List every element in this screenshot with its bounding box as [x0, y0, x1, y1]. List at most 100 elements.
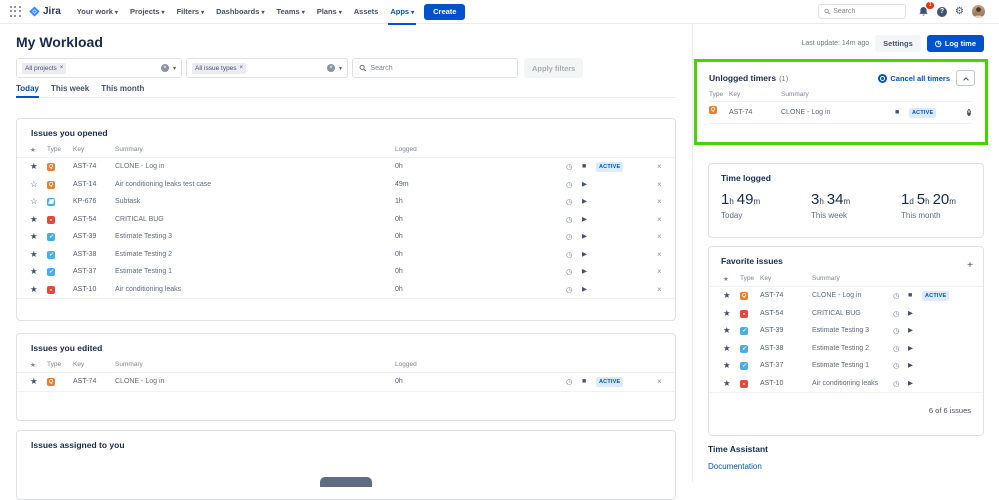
- log-time-icon[interactable]: [566, 228, 573, 246]
- nav-item[interactable]: Your work: [71, 0, 124, 24]
- start-timer-icon[interactable]: [582, 211, 587, 229]
- star-icon[interactable]: ★: [30, 263, 38, 281]
- start-timer-icon[interactable]: [582, 263, 587, 281]
- issue-key[interactable]: AST-14: [73, 176, 96, 194]
- issue-key[interactable]: AST-37: [760, 357, 783, 375]
- stop-timer-icon[interactable]: [582, 373, 586, 391]
- issue-key[interactable]: KP-676: [73, 193, 96, 211]
- start-timer-icon[interactable]: [582, 193, 587, 211]
- issue-summary[interactable]: CLONE - Log in: [812, 287, 861, 305]
- help-button[interactable]: [937, 6, 948, 17]
- global-search[interactable]: [818, 4, 907, 19]
- cancel-all-timers-button[interactable]: Cancel all timers: [878, 73, 950, 83]
- stop-timer-icon[interactable]: [582, 158, 586, 176]
- remove-tag-icon[interactable]: [240, 65, 244, 71]
- log-time-button[interactable]: Log time: [926, 35, 984, 52]
- settings-button[interactable]: Settings: [875, 35, 921, 52]
- issue-key[interactable]: AST-37: [73, 263, 96, 281]
- remove-tag-icon[interactable]: [60, 65, 64, 71]
- issue-summary[interactable]: Estimate Testing 2: [115, 246, 172, 264]
- issue-summary[interactable]: Estimate Testing 1: [812, 357, 869, 375]
- issue-search-input[interactable]: [370, 64, 511, 72]
- star-icon[interactable]: ★: [723, 322, 731, 340]
- settings-button-nav[interactable]: [955, 7, 964, 17]
- nav-item[interactable]: Filters: [171, 0, 211, 24]
- star-icon[interactable]: ★: [723, 375, 731, 393]
- jira-logo[interactable]: Jira: [29, 6, 61, 17]
- issue-key[interactable]: AST-39: [760, 322, 783, 340]
- issue-key[interactable]: AST-74: [73, 158, 96, 176]
- cancel-timer-icon[interactable]: [966, 109, 971, 116]
- nav-item[interactable]: Assets: [348, 0, 385, 24]
- issue-search[interactable]: [352, 58, 518, 78]
- notifications-button[interactable]: 1: [918, 2, 935, 17]
- issue-key[interactable]: AST-54: [760, 305, 783, 323]
- nav-item[interactable]: Teams: [270, 0, 310, 24]
- issue-summary[interactable]: Air conditioning leaks test case: [115, 176, 211, 194]
- profile-button[interactable]: [972, 5, 985, 18]
- star-icon[interactable]: ★: [723, 340, 731, 358]
- start-timer-icon[interactable]: [908, 305, 913, 323]
- issue-key[interactable]: AST-74: [73, 373, 96, 391]
- issue-key[interactable]: AST-38: [73, 246, 96, 264]
- start-timer-icon[interactable]: [908, 340, 913, 358]
- start-timer-icon[interactable]: [582, 246, 587, 264]
- issue-summary[interactable]: Estimate Testing 3: [812, 322, 869, 340]
- log-time-icon[interactable]: [566, 176, 573, 194]
- star-icon[interactable]: ★: [30, 228, 38, 246]
- nav-item[interactable]: Apps: [384, 0, 420, 25]
- nav-item[interactable]: Projects: [124, 0, 171, 24]
- issue-summary[interactable]: Air conditioning leaks: [812, 375, 878, 393]
- projects-filter-dropdown[interactable]: All projects: [16, 58, 182, 78]
- start-timer-icon[interactable]: [908, 375, 913, 393]
- global-search-input[interactable]: [833, 8, 901, 15]
- star-icon[interactable]: ★: [30, 211, 38, 229]
- star-icon[interactable]: ☆: [30, 193, 38, 211]
- issue-key[interactable]: AST-39: [73, 228, 96, 246]
- issue-summary[interactable]: CRITICAL BUG: [115, 211, 164, 229]
- log-time-icon[interactable]: [893, 375, 900, 393]
- star-icon[interactable]: ★: [723, 287, 731, 305]
- stop-timer-icon[interactable]: [908, 287, 912, 305]
- issue-key[interactable]: AST-10: [73, 281, 96, 299]
- close-icon[interactable]: [657, 281, 662, 299]
- nav-item[interactable]: Dashboards: [210, 0, 270, 24]
- star-icon[interactable]: ★: [30, 246, 38, 264]
- start-timer-icon[interactable]: [908, 322, 913, 340]
- clear-filter-icon[interactable]: [160, 64, 169, 72]
- issue-key[interactable]: AST-38: [760, 340, 783, 358]
- tab[interactable]: This week: [51, 84, 89, 97]
- log-time-icon[interactable]: [566, 193, 573, 211]
- issue-summary[interactable]: Air conditioning leaks: [115, 281, 181, 299]
- close-icon[interactable]: [657, 176, 662, 194]
- log-time-icon[interactable]: [566, 158, 573, 176]
- log-time-icon[interactable]: [893, 287, 900, 305]
- star-icon[interactable]: ★: [723, 305, 731, 323]
- log-time-icon[interactable]: [893, 322, 900, 340]
- star-icon[interactable]: ★: [723, 357, 731, 375]
- log-time-icon[interactable]: [566, 281, 573, 299]
- issue-summary[interactable]: Estimate Testing 2: [812, 340, 869, 358]
- log-time-icon[interactable]: [566, 263, 573, 281]
- app-switcher-icon[interactable]: [10, 6, 21, 17]
- create-button[interactable]: Create: [424, 3, 466, 20]
- start-timer-icon[interactable]: [582, 228, 587, 246]
- log-time-icon[interactable]: [566, 246, 573, 264]
- documentation-link[interactable]: Documentation: [708, 462, 762, 471]
- issue-summary[interactable]: CLONE - Log in: [781, 103, 830, 123]
- close-icon[interactable]: [657, 228, 662, 246]
- close-icon[interactable]: [657, 246, 662, 264]
- start-timer-icon[interactable]: [908, 357, 913, 375]
- star-icon[interactable]: ★: [30, 158, 38, 176]
- log-time-icon[interactable]: [893, 357, 900, 375]
- issue-key[interactable]: AST-74: [760, 287, 783, 305]
- log-time-icon[interactable]: [893, 305, 900, 323]
- star-icon[interactable]: ☆: [30, 176, 38, 194]
- issue-summary[interactable]: CLONE - Log in: [115, 158, 164, 176]
- issue-summary[interactable]: CLONE - Log in: [115, 373, 164, 391]
- close-icon[interactable]: [657, 211, 662, 229]
- clear-filter-icon[interactable]: [326, 64, 335, 72]
- close-icon[interactable]: [657, 373, 662, 391]
- add-favorite-icon[interactable]: [967, 260, 973, 271]
- stop-timer-icon[interactable]: [895, 103, 899, 123]
